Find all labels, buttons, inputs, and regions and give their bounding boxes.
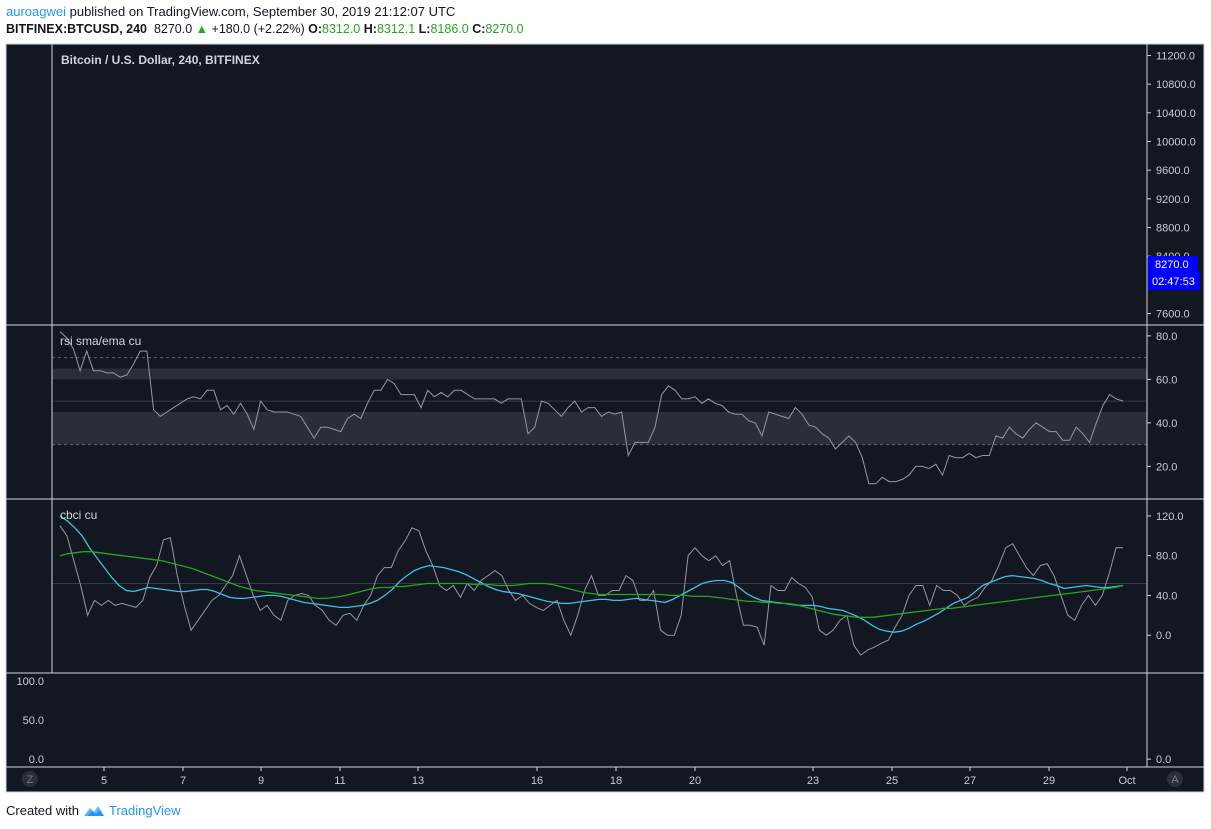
price-tag: 8270.0 02:47:53	[1148, 256, 1200, 290]
footer: Created with TradingView	[6, 803, 181, 818]
x-tick-label: 29	[1043, 775, 1055, 787]
y-tick-label: 80.0	[1156, 331, 1177, 343]
x-tick-label: 5	[101, 775, 107, 787]
y-tick-label: 0.0	[1156, 754, 1171, 766]
y-tick-label: 120.0	[1156, 511, 1184, 523]
x-tick-label: 23	[807, 775, 819, 787]
countdown-label: 02:47:53	[1152, 276, 1195, 288]
y-tick-label: 9200.0	[1156, 194, 1190, 206]
y-tick-label: 9600.0	[1156, 165, 1190, 177]
x-tick-label: Oct	[1118, 775, 1135, 787]
y-tick-label: 7600.0	[1156, 309, 1190, 321]
y-tick-label: 8800.0	[1156, 223, 1190, 235]
pane-title: rsi sma/ema cu	[60, 334, 141, 348]
tradingview-link[interactable]: TradingView	[109, 803, 181, 818]
y-tick-label: 40.0	[1156, 418, 1177, 430]
auto-scale-button[interactable]: A	[1167, 771, 1183, 787]
x-tick-label: 27	[964, 775, 976, 787]
x-tick-label: 9	[258, 775, 264, 787]
auto-scale-button-label[interactable]: A	[1171, 774, 1179, 786]
y-tick-label: 10000.0	[1156, 136, 1196, 148]
upper-band	[52, 368, 1147, 380]
lower-band	[52, 412, 1147, 445]
left-y-tick-label: 100.0	[16, 676, 44, 688]
x-tick-label: 20	[689, 775, 701, 787]
x-tick-label: 7	[180, 775, 186, 787]
zoom-button[interactable]: Z	[22, 771, 38, 787]
y-tick-label: 10400.0	[1156, 108, 1196, 120]
created-with-text: Created with	[6, 803, 79, 818]
y-tick-label: 20.0	[1156, 461, 1177, 473]
pane-title: Bitcoin / U.S. Dollar, 240, BITFINEX	[61, 53, 260, 67]
x-tick-label: 16	[531, 775, 543, 787]
x-tick-label: 13	[412, 775, 424, 787]
pane-title: cbci cu	[60, 508, 97, 522]
left-y-tick-label: 50.0	[23, 715, 44, 727]
y-tick-label: 10800.0	[1156, 79, 1196, 91]
y-tick-label: 60.0	[1156, 374, 1177, 386]
y-tick-label: 11200.0	[1156, 50, 1195, 62]
x-tick-label: 18	[610, 775, 622, 787]
price-tag-label: 8270.0	[1155, 259, 1189, 271]
chart-canvas[interactable]: 11200.010800.010400.010000.09600.09200.0…	[0, 0, 1211, 829]
y-tick-label: 80.0	[1156, 551, 1177, 563]
x-tick-label: 11	[334, 775, 345, 787]
y-tick-label: 0.0	[1156, 630, 1171, 642]
x-tick-label: 25	[886, 775, 898, 787]
zoom-button-label[interactable]: Z	[27, 774, 34, 786]
left-y-tick-label: 0.0	[29, 754, 44, 766]
y-tick-label: 40.0	[1156, 590, 1177, 602]
tradingview-logo-icon	[83, 805, 104, 816]
